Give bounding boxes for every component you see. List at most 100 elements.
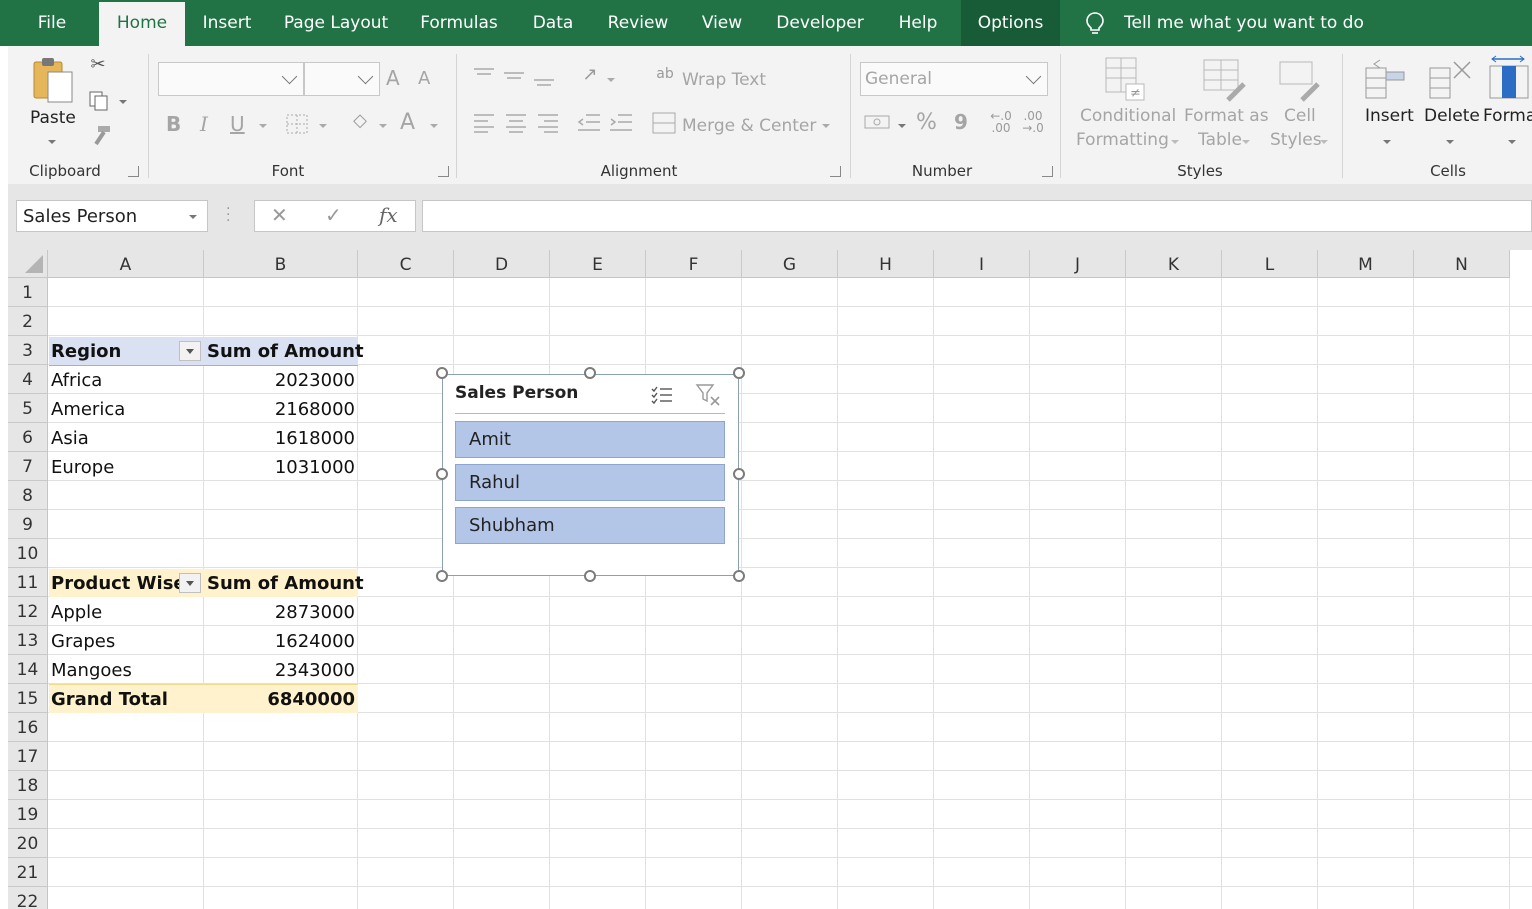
format-as-table-button[interactable]: Format as: [1184, 106, 1269, 126]
accounting-dropdown-icon[interactable]: [898, 124, 906, 128]
tab-options[interactable]: Options: [961, 0, 1060, 46]
column-header[interactable]: F: [646, 250, 742, 278]
comma-button[interactable]: 9: [954, 110, 968, 134]
borders-dropdown-icon[interactable]: [319, 124, 327, 128]
formula-bar-grip-icon[interactable]: · · ·: [226, 202, 230, 228]
multi-select-icon[interactable]: [651, 385, 673, 405]
tab-file[interactable]: File: [8, 0, 96, 46]
fill-color-dropdown-icon[interactable]: [379, 124, 387, 128]
orientation-icon[interactable]: ↗: [576, 64, 604, 85]
insert-dropdown-icon[interactable]: [1383, 140, 1391, 144]
pivot2-row-label[interactable]: Apple: [48, 598, 204, 626]
tab-help[interactable]: Help: [884, 0, 952, 46]
sales-person-slicer[interactable]: Sales Person Amit Rahul Shubham: [442, 374, 739, 576]
slicer-item[interactable]: Rahul: [455, 464, 725, 501]
merge-center-button[interactable]: Merge & Center: [682, 116, 816, 136]
tab-data[interactable]: Data: [518, 0, 588, 46]
row-header[interactable]: 6: [8, 423, 48, 452]
delete-cells-button[interactable]: Delete: [1424, 106, 1480, 126]
conditional-formatting-button[interactable]: Conditional: [1080, 106, 1176, 126]
font-color-dropdown-icon[interactable]: [430, 124, 438, 128]
worksheet-grid[interactable]: ABCDEFGHIJKLMN 1 2 3 4 5 6 7 8 9 10 11 12 13 14 15 16 17…: [8, 250, 1532, 909]
pivot2-total-value[interactable]: 6840000: [204, 685, 358, 713]
row-header[interactable]: 4: [8, 365, 48, 394]
grow-font-button[interactable]: A: [386, 66, 400, 90]
cancel-icon[interactable]: ✕: [271, 203, 288, 227]
column-header[interactable]: H: [838, 250, 934, 278]
conditional-dropdown-icon[interactable]: [1171, 140, 1179, 144]
column-header[interactable]: J: [1030, 250, 1126, 278]
resize-handle[interactable]: [733, 367, 745, 379]
column-header[interactable]: K: [1126, 250, 1222, 278]
format-table-dropdown-icon[interactable]: [1242, 140, 1250, 144]
increase-decimal-icon[interactable]: ←.0.00: [988, 110, 1014, 134]
column-header[interactable]: M: [1318, 250, 1414, 278]
copy-icon[interactable]: [88, 90, 110, 112]
enter-icon[interactable]: ✓: [325, 203, 342, 227]
pivot1-row-value[interactable]: 1031000: [204, 453, 358, 481]
alignment-launcher-icon[interactable]: [830, 166, 841, 177]
font-launcher-icon[interactable]: [438, 166, 449, 177]
row-header[interactable]: 16: [8, 713, 48, 742]
resize-handle[interactable]: [584, 570, 596, 582]
underline-dropdown-icon[interactable]: [259, 124, 267, 128]
column-header[interactable]: C: [358, 250, 454, 278]
row-header[interactable]: 15: [8, 684, 48, 713]
pivot2-row-value[interactable]: 2343000: [204, 656, 358, 684]
format-dropdown-icon[interactable]: [1508, 140, 1516, 144]
number-launcher-icon[interactable]: [1042, 166, 1053, 177]
resize-handle[interactable]: [733, 468, 745, 480]
font-color-button[interactable]: A: [400, 110, 415, 135]
select-all-button[interactable]: [8, 250, 48, 278]
tab-insert[interactable]: Insert: [190, 0, 264, 46]
pivot2-filter-button[interactable]: [179, 573, 201, 593]
row-header[interactable]: 1: [8, 278, 48, 307]
pivot1-header-value[interactable]: Sum of Amount: [204, 337, 364, 365]
font-size-combo[interactable]: [304, 62, 380, 96]
resize-handle[interactable]: [436, 570, 448, 582]
tab-developer[interactable]: Developer: [764, 0, 876, 46]
tab-home[interactable]: Home: [99, 2, 185, 46]
insert-cells-button[interactable]: Insert: [1365, 106, 1414, 126]
column-header[interactable]: I: [934, 250, 1030, 278]
column-header[interactable]: B: [204, 250, 358, 278]
pivot2-header-value[interactable]: Sum of Amount: [204, 569, 364, 597]
underline-button[interactable]: U: [230, 112, 245, 136]
row-header[interactable]: 3: [8, 336, 48, 365]
horizontal-align-icons[interactable]: [472, 112, 562, 134]
indent-icons[interactable]: [576, 112, 636, 134]
pivot1-row-value[interactable]: 2168000: [204, 395, 358, 423]
clipboard-launcher-icon[interactable]: [128, 166, 139, 177]
row-header[interactable]: 14: [8, 655, 48, 684]
format-cells-button[interactable]: Forma: [1483, 106, 1532, 126]
row-header[interactable]: 11: [8, 568, 48, 597]
row-header[interactable]: 20: [8, 829, 48, 858]
slicer-item[interactable]: Amit: [455, 421, 725, 458]
vertical-align-icons[interactable]: [472, 66, 556, 88]
tab-formulas[interactable]: Formulas: [408, 0, 510, 46]
row-header[interactable]: 2: [8, 307, 48, 336]
pivot2-total-label[interactable]: Grand Total: [48, 685, 204, 713]
insert-function-button[interactable]: fx: [379, 203, 398, 227]
tab-view[interactable]: View: [688, 0, 756, 46]
row-header[interactable]: 9: [8, 510, 48, 539]
row-header[interactable]: 10: [8, 539, 48, 568]
cell-styles-dropdown-icon[interactable]: [1320, 140, 1328, 144]
row-header[interactable]: 13: [8, 626, 48, 655]
pivot1-row-label[interactable]: Africa: [48, 366, 204, 394]
row-header[interactable]: 12: [8, 597, 48, 626]
resize-handle[interactable]: [436, 468, 448, 480]
column-header[interactable]: G: [742, 250, 838, 278]
pivot2-row-label[interactable]: Mangoes: [48, 656, 204, 684]
formula-input[interactable]: [422, 200, 1532, 232]
format-painter-icon[interactable]: [88, 124, 112, 146]
row-header[interactable]: 19: [8, 800, 48, 829]
borders-icon[interactable]: [286, 114, 308, 134]
pivot1-filter-button[interactable]: [179, 341, 201, 361]
decrease-decimal-icon[interactable]: .00 →.0: [1020, 110, 1046, 134]
pivot1-row-value[interactable]: 2023000: [204, 366, 358, 394]
number-format-combo[interactable]: General: [860, 62, 1048, 96]
name-box-dropdown-icon[interactable]: [189, 215, 197, 219]
row-header[interactable]: 7: [8, 452, 48, 481]
pivot1-row-label[interactable]: Asia: [48, 424, 204, 452]
